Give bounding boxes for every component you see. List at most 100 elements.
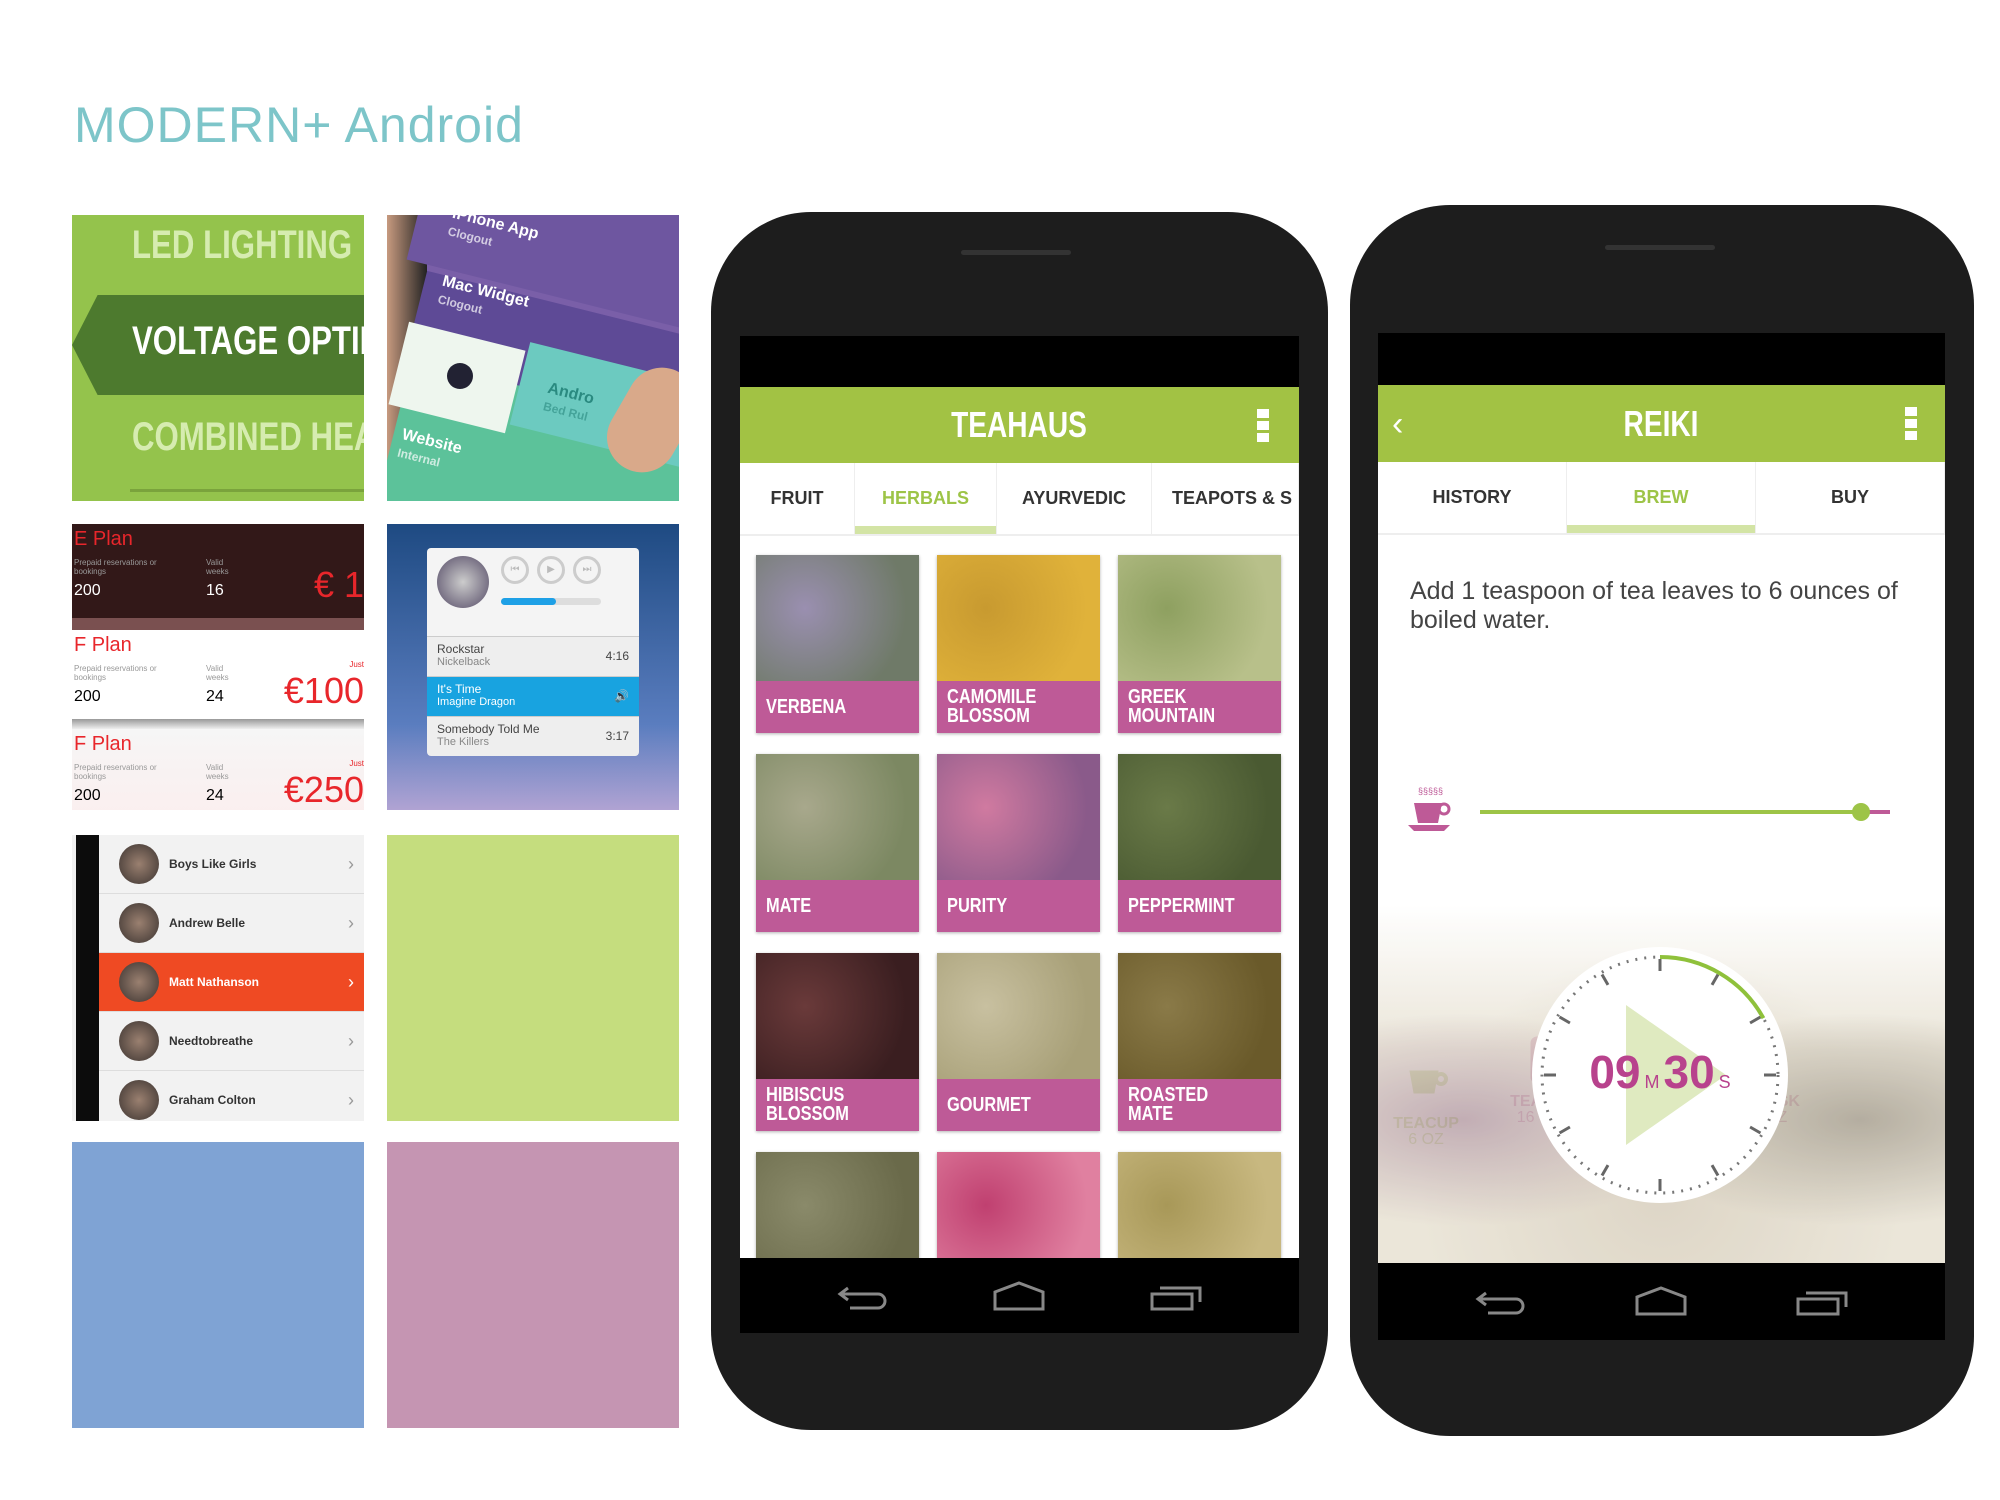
strength-slider[interactable] [1480,803,1890,821]
timer-seconds: 30 [1663,1046,1715,1098]
recents-icon[interactable] [1796,1285,1848,1317]
tea-name: PURITY [947,894,1008,917]
progress-bar[interactable] [501,598,601,605]
overflow-menu-icon[interactable] [1905,407,1917,441]
phone-teahaus: TEAHAUS FRUIT HERBALS AYURVEDIC TEAPOTS & S… [711,212,1328,1430]
song-artist: Nickelback [437,656,491,668]
svg-text:§§§§§: §§§§§ [1418,786,1443,796]
tea-tile[interactable]: MATE [756,754,919,932]
chevron-right-icon: › [348,1089,354,1110]
tab-buy[interactable]: BUY [1756,462,1945,533]
tab-ayurvedic[interactable]: AYURVEDIC [997,463,1152,534]
artist-row[interactable]: Graham Colton › [99,1071,364,1121]
avatar [119,962,159,1002]
chevron-right-icon: › [348,912,354,933]
artist-name: Needtobreathe [169,1034,254,1048]
tea-tile[interactable]: PEPPERMINT [1118,754,1281,932]
tea-name: GOURMET [947,1093,1031,1116]
tea-tile[interactable]: ROASTED MATE [1118,953,1281,1131]
tea-label: PEPPERMINT [1118,880,1281,932]
plan-card: F Plan Prepaid reservations or bookings … [72,630,364,725]
artist-name: Graham Colton [169,1093,256,1107]
artist-row[interactable]: Andrew Belle › [99,894,364,953]
pink-swatch [387,1142,679,1428]
song-title: Somebody Told Me [437,722,540,736]
app-bar: ‹ REIKI [1378,385,1945,462]
next-icon[interactable]: ⏭ [573,556,601,584]
artist-name: Matt Nathanson [169,975,259,989]
plan-price: €250 [283,769,364,810]
led-lighting-tile: LED LIGHTING VOLTAGE OPTIMISA COMBINED H… [72,215,364,501]
plan-just: Just [349,759,364,768]
tea-tile[interactable]: VERBENA [756,555,919,733]
tab-teapots-s[interactable]: TEAPOTS & S [1152,463,1299,534]
speaker-icon: 🔊 [614,689,629,703]
plan-label: Valid weeks [206,664,229,682]
steaming-cup-icon: §§§§§ [1408,786,1451,831]
song-title: Rockstar [437,642,485,656]
tea-tile[interactable]: HIBISCUS BLOSSOM [756,953,919,1131]
tea-name: VERBENA [766,695,847,718]
album-art [437,556,489,608]
tea-tile[interactable] [937,1152,1100,1258]
song-artist: Imagine Dragon [437,696,516,708]
song-title: It's Time [437,682,482,696]
tea-name: GREEK MOUNTAIN [1128,686,1216,727]
plan-value: 24 [206,787,224,804]
timer-readout: 09 M30 S [1530,1045,1790,1099]
plan-price: €100 [283,670,364,711]
tea-name: PEPPERMINT [1128,894,1235,917]
tea-tile[interactable]: CAMOMILE BLOSSOM [937,555,1100,733]
back-icon[interactable] [836,1280,888,1312]
play-icon[interactable]: ▶ [537,556,565,584]
tab-history[interactable]: HISTORY [1378,462,1567,533]
tea-tile[interactable]: PURITY [937,754,1100,932]
tea-tile[interactable] [756,1152,919,1258]
song-duration: 4:16 [605,649,629,663]
tile-line: LED LIGHTING [132,223,353,267]
teahaus-screen: TEAHAUS FRUIT HERBALS AYURVEDIC TEAPOTS & S… [740,336,1299,1333]
tea-name: CAMOMILE BLOSSOM [947,686,1037,727]
chevron-right-icon: › [348,853,354,874]
speaker-grille [961,250,1071,255]
chevron-right-icon: › [348,1030,354,1051]
song-row[interactable]: Somebody Told Me The Killers 3:17 [427,716,639,756]
home-icon[interactable] [993,1280,1045,1312]
tea-label: CAMOMILE BLOSSOM [937,681,1100,733]
plan-value: 200 [74,688,101,705]
plan-label: Valid weeks [206,763,229,781]
avatar [119,844,159,884]
tea-label: VERBENA [756,681,919,733]
tab-brew[interactable]: BREW [1567,462,1756,533]
phone-reiki: ‹ REIKI HISTORY BREW BUY Add 1 teaspoon of… [1350,205,1974,1436]
tea-tile[interactable]: GOURMET [937,953,1100,1131]
recents-icon[interactable] [1150,1280,1202,1312]
tea-tile[interactable] [1118,1152,1281,1258]
tab-fruit[interactable]: FRUIT [740,463,855,534]
green-swatch [387,835,679,1121]
tea-tile[interactable]: GREEK MOUNTAIN [1118,555,1281,733]
home-icon[interactable] [1635,1285,1687,1317]
tea-name: MATE [766,894,812,917]
tab-herbals[interactable]: HERBALS [855,463,997,534]
tea-label: HIBISCUS BLOSSOM [756,1079,919,1131]
clock-icon [447,363,473,389]
tea-label: MATE [756,880,919,932]
tile-line: COMBINED HEAT & [132,415,364,459]
detail-tabs: HISTORY BREW BUY [1378,462,1945,535]
plan-label: Prepaid reservations or bookings [74,664,157,682]
artist-row[interactable]: Boys Like Girls › [99,835,364,894]
app-title: TEAHAUS [951,404,1088,445]
song-row-playing[interactable]: It's Time Imagine Dragon 🔊 [427,676,639,716]
artist-row[interactable]: Matt Nathanson › [99,953,364,1012]
tile-line: VOLTAGE OPTIMISA [132,319,364,363]
artist-row[interactable]: Needtobreathe › [99,1012,364,1071]
slider-knob[interactable] [1852,803,1871,821]
song-row[interactable]: Rockstar Nickelback 4:16 [427,636,639,676]
blue-swatch [72,1142,364,1428]
previous-icon[interactable]: ⏮ [501,556,529,584]
tea-name: HIBISCUS BLOSSOM [766,1084,849,1125]
back-arrow-icon[interactable]: ‹ [1392,405,1403,444]
overflow-menu-icon[interactable] [1257,409,1269,443]
back-icon[interactable] [1474,1285,1526,1317]
